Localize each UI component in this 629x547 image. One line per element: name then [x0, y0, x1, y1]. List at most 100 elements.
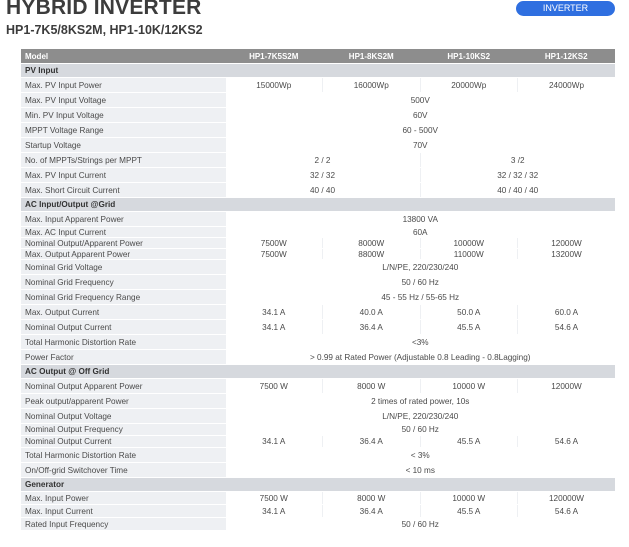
- spec-row: No. of MPPTs/Strings per MPPT 2 / 23 /2: [21, 152, 615, 168]
- spec-value: 50.0 A: [419, 304, 518, 320]
- spec-value: 7500W: [224, 237, 323, 249]
- spec-row: Nominal Output/Apparent Power 7500W 8000W 1…: [21, 237, 615, 249]
- spec-value: 34.1 A: [224, 435, 323, 448]
- spec-label: Max. Output Current: [21, 304, 225, 320]
- spec-value: 8000W: [322, 237, 420, 249]
- spec-row: Nominal Output Voltage L/N/PE, 220/230/24…: [21, 408, 615, 424]
- spec-value: 10000W: [419, 237, 518, 249]
- spec-value: 36.4 A: [322, 319, 420, 335]
- spec-row: MPPT Voltage Range 60 - 500V: [21, 122, 615, 138]
- spec-label: Max. Short Circuit Current: [21, 182, 225, 198]
- section-title: Generator: [21, 477, 615, 492]
- spec-value: 16000Wp: [322, 77, 420, 93]
- spec-row: Startup Voltage 70V: [21, 137, 615, 153]
- model-subtitle: HP1-7K5/8KS2M, HP1-10K/12KS2: [6, 23, 203, 37]
- spec-value: 54.6 A: [517, 435, 615, 448]
- spec-value: 500V: [224, 92, 615, 108]
- spec-row: Max. Input Apparent Power 13800 VA: [21, 211, 615, 227]
- spec-row: Max. Input Current 34.1 A 36.4 A 45.5 A 54.6…: [21, 504, 615, 518]
- section-header-row: AC Output @ Off Grid: [21, 364, 615, 379]
- spec-value: 60 - 500V: [224, 122, 615, 138]
- spec-value: L/N/PE, 220/230/240: [224, 408, 615, 424]
- spec-value: 45 - 55 Hz / 55-65 Hz: [224, 289, 615, 305]
- spec-value: 32 / 32 / 32: [419, 167, 615, 183]
- column-header-hp1-10ks2: HP1-10KS2: [420, 49, 518, 64]
- spec-row: Nominal Output Current 34.1 A 36.4 A 45.5 A…: [21, 319, 615, 335]
- spec-value: < 10 ms: [224, 462, 615, 478]
- column-header-model: Model: [21, 49, 225, 64]
- page-title: HYBRID INVERTER: [6, 0, 202, 19]
- spec-label: Max. AC Input Current: [21, 226, 225, 238]
- spec-row: Nominal Grid Frequency Range 45 - 55 Hz /…: [21, 289, 615, 305]
- spec-row: On/Off-grid Switchover Time < 10 ms: [21, 462, 615, 478]
- spec-value: 20000Wp: [419, 77, 518, 93]
- spec-row: Rated Input Frequency 50 / 60 Hz: [21, 517, 615, 531]
- spec-row: Nominal Output Frequency 50 / 60 Hz: [21, 423, 615, 436]
- spec-value: <3%: [224, 334, 615, 350]
- spec-value: 34.1 A: [224, 304, 323, 320]
- spec-value: 50 / 60 Hz: [224, 517, 615, 531]
- spec-value: 45.5 A: [419, 319, 518, 335]
- spec-value: 50 / 60 Hz: [224, 423, 615, 436]
- section-header-row: AC Input/Output @Grid: [21, 197, 615, 212]
- spec-value: < 3%: [224, 447, 615, 463]
- spec-label: Total Harmonic Distortion Rate: [21, 334, 225, 350]
- spec-label: Max. PV Input Current: [21, 167, 225, 183]
- spec-table-body: PV Input Max. PV Input Power 15000Wp 16000W…: [21, 63, 615, 531]
- spec-value: 13200W: [517, 248, 615, 260]
- spec-label: Max. PV Input Power: [21, 77, 225, 93]
- spec-value: L/N/PE, 220/230/240: [224, 259, 615, 275]
- spec-label: Nominal Output Frequency: [21, 423, 225, 436]
- spec-value: 8000 W: [322, 378, 420, 394]
- spec-row: Max. PV Input Current 32 / 32 32 / 32 / 32: [21, 167, 615, 183]
- spec-label: Total Harmonic Distortion Rate: [21, 447, 225, 463]
- spec-value: 50 / 60 Hz: [224, 274, 615, 290]
- spec-row: Min. PV Input Voltage 60V: [21, 107, 615, 123]
- spec-value: 45.5 A: [419, 435, 518, 448]
- spec-row: Max. Short Circuit Current 40 / 40 40 / 40…: [21, 182, 615, 198]
- spec-label: Min. PV Input Voltage: [21, 107, 225, 123]
- section-title: AC Input/Output @Grid: [21, 197, 615, 212]
- section-header-row: Generator: [21, 477, 615, 492]
- spec-label: Max. Input Apparent Power: [21, 211, 225, 227]
- spec-label: No. of MPPTs/Strings per MPPT: [21, 152, 225, 168]
- spec-value: 45.5 A: [419, 504, 518, 518]
- spec-value: 7500W: [224, 248, 323, 260]
- spec-row: Max. Output Apparent Power 7500W 8800W 1100…: [21, 248, 615, 260]
- spec-value: 120000W: [517, 491, 615, 505]
- spec-row: Total Harmonic Distortion Rate < 3%: [21, 447, 615, 463]
- spec-value: 8000 W: [322, 491, 420, 505]
- spec-row: Max. Output Current 34.1 A 40.0 A 50.0 A 60.…: [21, 304, 615, 320]
- spec-label: Peak output/apparent Power: [21, 393, 225, 409]
- spec-label: Nominal Output Voltage: [21, 408, 225, 424]
- spec-value: 10000 W: [419, 378, 518, 394]
- spec-label: Max. PV Input Voltage: [21, 92, 225, 108]
- spec-row: Nominal Grid Frequency 50 / 60 Hz: [21, 274, 615, 290]
- column-header-hp1-12ks2: HP1-12KS2: [517, 49, 615, 64]
- spec-value: 12000W: [517, 237, 615, 249]
- spec-value: 40 / 40: [224, 182, 420, 198]
- spec-row: Nominal Grid Voltage L/N/PE, 220/230/240: [21, 259, 615, 275]
- spec-label: MPPT Voltage Range: [21, 122, 225, 138]
- column-header-hp1-7k5s2m: HP1-7K5S2M: [225, 49, 323, 64]
- spec-label: Max. Input Current: [21, 504, 225, 518]
- spec-label: Power Factor: [21, 349, 225, 365]
- spec-row: Max. Input Power 7500 W 8000 W 10000 W 12000…: [21, 491, 615, 505]
- spec-value: 24000Wp: [517, 77, 615, 93]
- spec-label: Max. Input Power: [21, 491, 225, 505]
- spec-value: 7500 W: [224, 491, 323, 505]
- spec-value: 36.4 A: [322, 504, 420, 518]
- spec-row: Peak output/apparent Power 2 times of rat…: [21, 393, 615, 409]
- spec-value: 12000W: [517, 378, 615, 394]
- spec-value: 11000W: [419, 248, 518, 260]
- spec-value: 13800 VA: [224, 211, 615, 227]
- spec-table: Model HP1-7K5S2M HP1-8KS2M HP1-10KS2 HP1…: [21, 49, 615, 531]
- spec-value: 8800W: [322, 248, 420, 260]
- spec-value: 34.1 A: [224, 504, 323, 518]
- spec-row: Max. PV Input Voltage 500V: [21, 92, 615, 108]
- spec-value: 60A: [224, 226, 615, 238]
- spec-row: Nominal Output Apparent Power 7500 W 8000 …: [21, 378, 615, 394]
- spec-label: Startup Voltage: [21, 137, 225, 153]
- spec-row: Power Factor > 0.99 at Rated Power (Adjus…: [21, 349, 615, 365]
- spec-row: Max. AC Input Current 60A: [21, 226, 615, 238]
